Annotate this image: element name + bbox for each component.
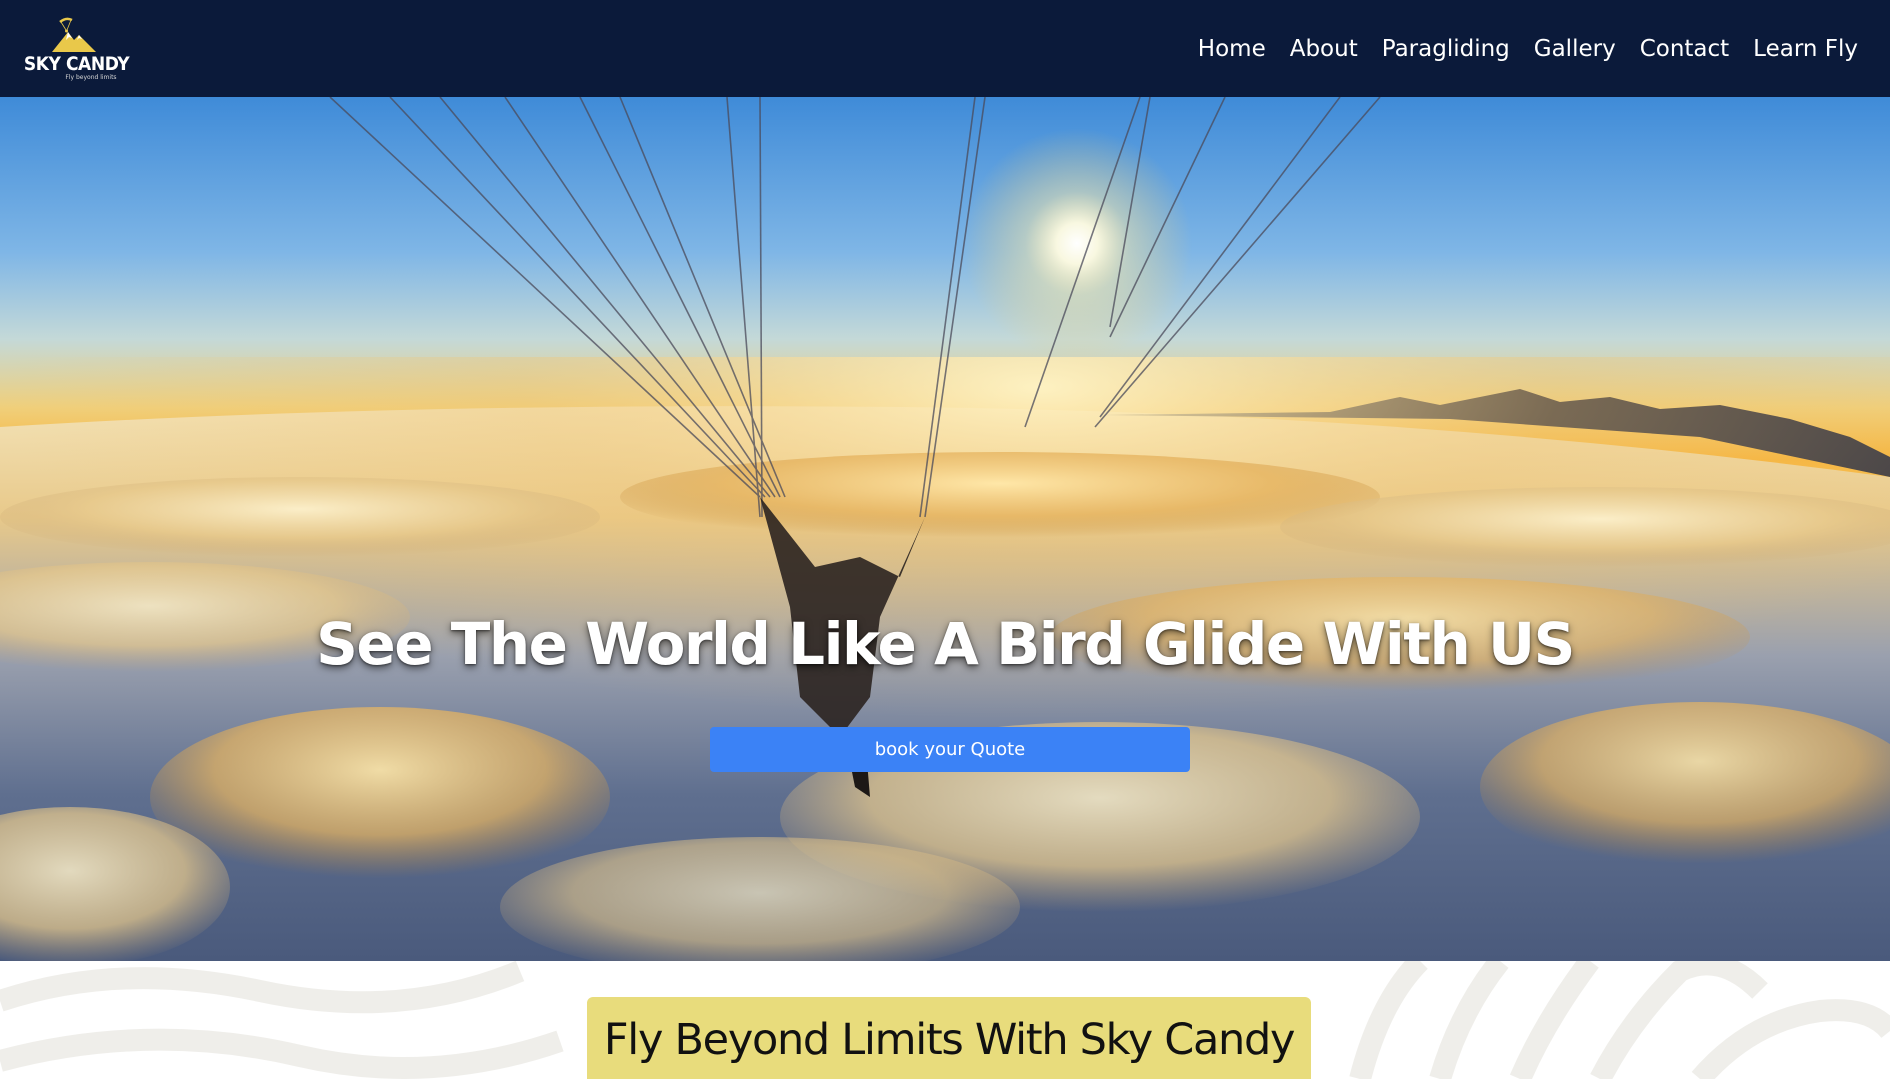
nav-link-contact[interactable]: Contact [1628, 36, 1741, 62]
intro-banner: Fly Beyond Limits With Sky Candy [587, 997, 1311, 1079]
hero-section: See The World Like A Bird Glide With US … [0, 97, 1890, 961]
book-quote-button[interactable]: book your Quote [710, 727, 1190, 772]
nav-link-paragliding[interactable]: Paragliding [1370, 36, 1522, 62]
hero-title: See The World Like A Bird Glide With US [316, 610, 1575, 678]
nav-link-about[interactable]: About [1278, 36, 1370, 62]
brand-logo[interactable]: SKY CANDY Fly beyond limits [23, 16, 129, 82]
navbar: SKY CANDY Fly beyond limits Home About P… [0, 0, 1890, 97]
paraglider-logo-icon [52, 17, 96, 52]
nav-link-gallery[interactable]: Gallery [1522, 36, 1628, 62]
main-nav: Home About Paragliding Gallery Contact L… [1186, 36, 1870, 62]
brand-tagline: Fly beyond limits [65, 73, 117, 81]
intro-section: Fly Beyond Limits With Sky Candy [0, 961, 1890, 1079]
hero-background-image [0, 97, 1890, 961]
nav-link-home[interactable]: Home [1186, 36, 1278, 62]
brand-name: SKY CANDY [23, 52, 129, 75]
nav-link-learn-fly[interactable]: Learn Fly [1741, 36, 1870, 62]
intro-title: Fly Beyond Limits With Sky Candy [603, 1015, 1296, 1065]
page: SKY CANDY Fly beyond limits Home About P… [0, 0, 1890, 1079]
